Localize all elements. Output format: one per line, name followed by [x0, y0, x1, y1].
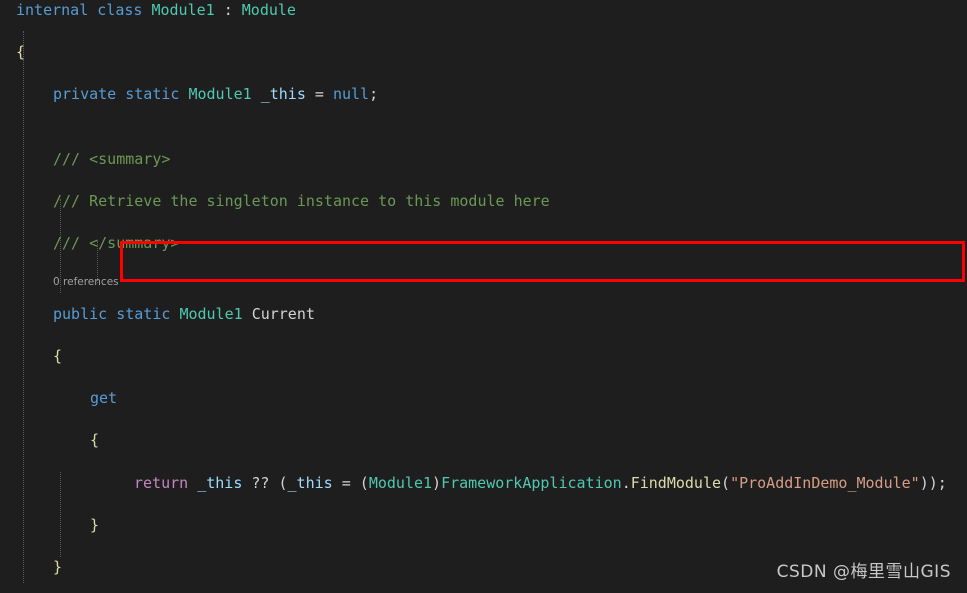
codelens-label-current: 0 references	[53, 276, 119, 288]
code-line-get-close-brace[interactable]: }	[0, 515, 967, 536]
token-doc-summary-text: /// Retrieve the singleton instance to t…	[53, 192, 550, 210]
csdn-watermark: CSDN @梅里雪山GIS	[776, 562, 951, 582]
token-method-findmodule: FindModule	[630, 474, 722, 492]
token-cast-close-paren: )	[432, 474, 442, 492]
code-line-get-open-brace[interactable]: {	[0, 430, 967, 451]
code-editor-viewport[interactable]: internal class Module1 : Module { privat…	[0, 0, 967, 593]
token-keyword-class: class	[97, 1, 143, 19]
token-cast-type-module1: Module1	[368, 474, 433, 492]
token-keyword-static-prop: static	[116, 305, 171, 323]
code-line-doc-summary-open[interactable]: /// <summary>	[0, 149, 967, 170]
token-string-module-id: "ProAddInDemo_Module"	[730, 474, 920, 492]
code-line-doc-summary-close[interactable]: /// </summary>	[0, 233, 967, 254]
token-keyword-internal: internal	[16, 1, 89, 19]
code-line-property-current[interactable]: public static Module1 Current	[0, 304, 967, 325]
code-line-get-accessor[interactable]: get	[0, 388, 967, 409]
token-close-brace-property: }	[53, 558, 63, 576]
code-line-return-findmodule[interactable]: return _this ?? (_this = (Module1)Framew…	[0, 473, 967, 494]
code-line-class-declaration[interactable]: internal class Module1 : Module	[0, 0, 967, 21]
token-close-brace-get: }	[90, 516, 100, 534]
token-type-frameworkapplication: FrameworkApplication	[441, 474, 622, 492]
token-call-close-tail: ));	[919, 474, 947, 492]
token-property-name-current: Current	[251, 305, 315, 323]
token-type-module1-prop: Module1	[179, 305, 243, 323]
code-surface[interactable]: internal class Module1 : Module { privat…	[0, 0, 967, 593]
code-line-field-this[interactable]: private static Module1 _this = null;	[0, 84, 967, 105]
token-null-coalescing-operator: ?? (	[242, 474, 288, 492]
token-open-brace-class: {	[16, 43, 26, 61]
token-open-brace-property: {	[53, 347, 63, 365]
token-type-module1-field: Module1	[188, 85, 252, 103]
code-line-class-open-brace[interactable]: {	[0, 42, 967, 63]
codelens-references-current[interactable]: 0 references	[0, 275, 967, 290]
code-line-property-open-brace[interactable]: {	[0, 346, 967, 367]
token-field-this: _this	[260, 85, 306, 103]
token-type-module: Module	[241, 1, 296, 19]
token-type-module1: Module1	[151, 1, 215, 19]
token-field-this-write: _this	[287, 474, 333, 492]
token-assign: =	[305, 85, 333, 103]
token-keyword-null: null	[332, 85, 370, 103]
token-field-this-read: _this	[197, 474, 243, 492]
token-colon: :	[214, 1, 242, 19]
code-line-doc-summary-text[interactable]: /// Retrieve the singleton instance to t…	[0, 191, 967, 212]
token-keyword-static: static	[125, 85, 180, 103]
token-keyword-public: public	[53, 305, 108, 323]
token-call-open-paren: (	[721, 474, 731, 492]
token-member-access-dot: .	[621, 474, 631, 492]
token-semicolon-field: ;	[369, 85, 379, 103]
token-open-brace-get: {	[90, 431, 100, 449]
token-keyword-return: return	[134, 474, 189, 492]
token-doc-summary-open: /// <summary>	[53, 150, 171, 168]
token-keyword-private: private	[53, 85, 117, 103]
token-doc-summary-close: /// </summary>	[53, 234, 180, 252]
token-assign-cast: = (	[332, 474, 369, 492]
token-keyword-get: get	[90, 389, 118, 407]
